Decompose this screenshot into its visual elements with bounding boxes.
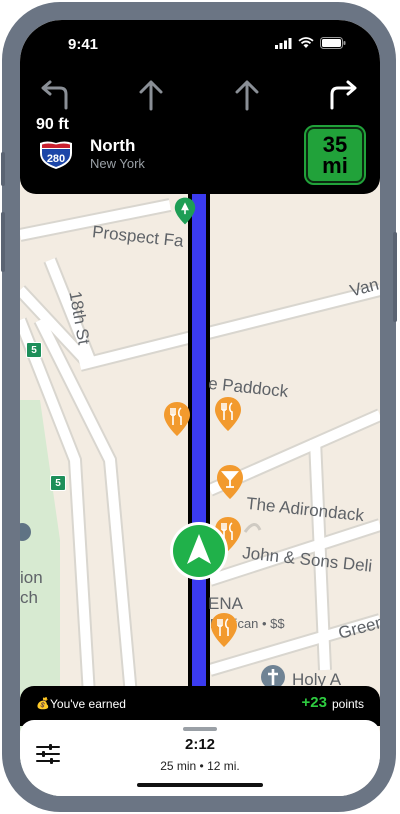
- screen: Prospect Fa 18th St e Paddock The Adiron…: [20, 20, 380, 796]
- status-icons: [275, 37, 346, 49]
- speed-limit-unit: mi: [322, 153, 348, 178]
- map-label-ena: ENA: [208, 594, 243, 613]
- place-icon: [20, 523, 31, 541]
- volume-up-button: [1, 212, 5, 272]
- road-name: North: [90, 136, 136, 155]
- park-pin-icon[interactable]: [174, 196, 196, 226]
- speed-limit-value: 35: [322, 132, 348, 157]
- turn-left-arrow-icon: [41, 80, 68, 110]
- turn-right-arrow-icon: [330, 80, 357, 110]
- status-time: 9:41: [68, 36, 99, 53]
- money-bag-icon: 💰: [36, 698, 50, 710]
- road-city: New York: [90, 156, 145, 171]
- power-button: [393, 232, 397, 322]
- earned-points-value: +23: [301, 694, 327, 711]
- shield-number: 280: [47, 153, 65, 165]
- highway-shield: 5: [26, 342, 42, 358]
- bar-pin-icon[interactable]: [216, 464, 244, 500]
- wifi-icon: [298, 37, 314, 48]
- map-label-ch: ch: [20, 588, 38, 607]
- silent-switch: [1, 152, 5, 186]
- highway-shield: 5: [50, 475, 66, 491]
- current-location-arrow-icon: [170, 522, 228, 580]
- earned-text: You've earned: [50, 697, 126, 711]
- map-label-ion: ion: [20, 568, 43, 587]
- navigation-header: 9:41 90 ft 280 North New York 35 mi: [20, 20, 380, 194]
- restaurant-pin-icon[interactable]: [163, 401, 191, 437]
- home-indicator[interactable]: [137, 783, 263, 787]
- restaurant-pin-icon[interactable]: [210, 612, 238, 648]
- cellular-signal-icon: [275, 37, 292, 49]
- trip-summary: 25 min • 12 mi.: [160, 759, 240, 773]
- interstate-shield-icon: 280: [40, 141, 72, 169]
- straight-arrow-icon: [235, 80, 259, 111]
- restaurant-pin-icon[interactable]: [214, 396, 242, 432]
- straight-arrow-icon: [139, 80, 163, 111]
- turn-distance: 90 ft: [36, 116, 69, 133]
- earned-points-label: points: [331, 697, 364, 711]
- battery-icon: [320, 37, 346, 49]
- speed-limit-sign: 35 mi: [304, 125, 366, 185]
- drag-handle[interactable]: [183, 727, 217, 731]
- eta-time: 2:12: [184, 736, 216, 753]
